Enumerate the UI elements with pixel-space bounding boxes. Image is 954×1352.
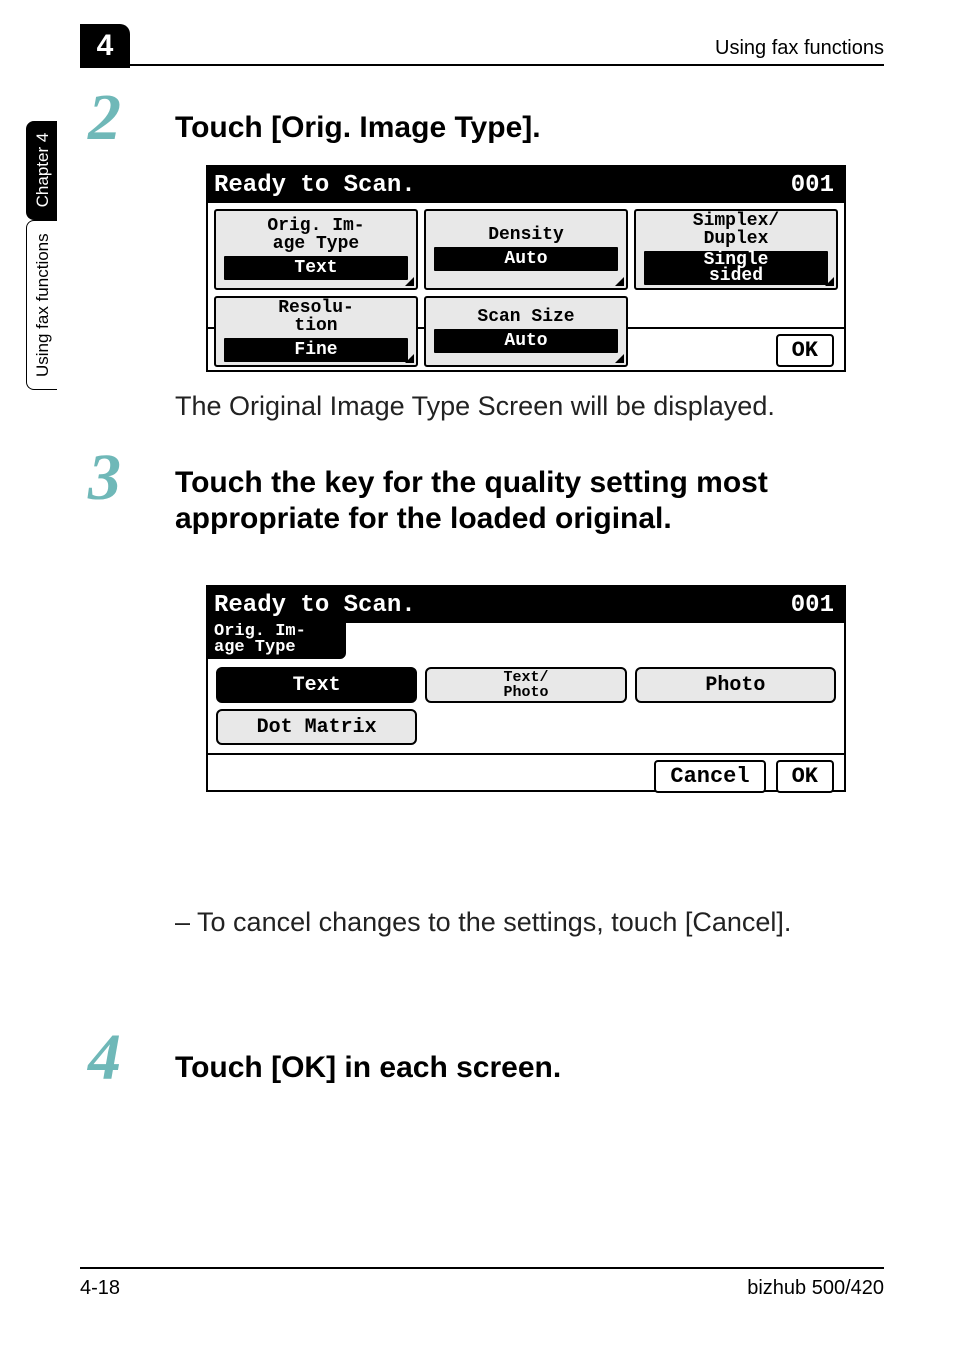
lcd1-title: Ready to Scan. [214,172,416,199]
option-photo[interactable]: Photo [635,667,836,703]
orig-label-line1: Orig. Im- [267,216,364,236]
density-softkey[interactable]: Density Auto [424,209,628,290]
orig-label-line2: age Type [273,234,359,254]
page-header: Using fax functions [80,34,884,66]
lcd-screenshot-scan-settings: Ready to Scan. 001 Orig. Im-age Type Tex… [206,165,846,372]
softkey-corner-icon [405,354,414,363]
product-name: bizhub 500/420 [747,1277,884,1300]
step-number-4: 4 [88,1020,121,1096]
density-value: Auto [434,247,618,271]
softkey-corner-icon [615,277,624,286]
resolu-label-line1: Resolu- [278,298,354,318]
page-header-title: Using fax functions [715,37,884,60]
resolu-label-line2: tion [294,316,337,336]
simplex-label-line1: Simplex/ [693,211,779,231]
scan-size-value: Auto [434,329,618,353]
resolution-value: Fine [224,338,408,362]
option-text-photo-line2: Photo [503,684,548,701]
orig-value: Text [224,256,408,280]
option-text[interactable]: Text [216,667,417,703]
body-pre: The [175,391,229,421]
simplex-value-line2: sided [709,266,763,286]
lcd2-bottom-bar: Cancel OK [208,753,844,797]
side-tabs: Using fax functions Chapter 4 [26,121,57,390]
lcd2-header: Ready to Scan. 001 [208,587,844,623]
step-number-2: 2 [88,80,121,156]
option-text-photo[interactable]: Text/Photo [425,667,626,703]
body-text-display: The Original Image Type Screen will be d… [175,388,874,424]
cancel-button[interactable]: Cancel [654,760,765,793]
simplex-label-line2: Duplex [704,229,769,249]
page-footer: 4-18 bizhub 500/420 [80,1267,884,1300]
scan-size-label: Scan Size [475,307,576,327]
lcd-screenshot-image-type: Ready to Scan. 001 Orig. Im- age Type Te… [206,585,846,792]
step-heading-2: Touch [Orig. Image Type]. [175,110,874,146]
ok-button[interactable]: OK [776,760,834,793]
body-osd: Original Image Type [229,391,470,421]
softkey-corner-icon [825,277,834,286]
simplex-duplex-softkey[interactable]: Simplex/Duplex Single sided [634,209,838,290]
step-number-3: 3 [88,440,121,516]
scan-size-softkey[interactable]: Scan Size Auto [424,296,628,367]
body-text-cancel: – To cancel changes to the settings, tou… [175,904,874,940]
option-dot-matrix[interactable]: Dot Matrix [216,709,417,745]
softkey-corner-icon [615,354,624,363]
resolution-softkey[interactable]: Resolu-tion Fine [214,296,418,367]
step-heading-4: Touch [OK] in each screen. [175,1050,874,1086]
side-tab-section: Using fax functions [26,220,57,390]
lcd2-title: Ready to Scan. [214,592,416,619]
empty-softkey [634,296,838,367]
lcd1-counter: 001 [791,172,834,199]
orig-image-type-softkey[interactable]: Orig. Im-age Type Text [214,209,418,290]
lcd1-header: Ready to Scan. 001 [208,167,844,203]
lcd2-subheader: Orig. Im- age Type [208,623,348,661]
step-heading-3: Touch the key for the quality setting mo… [175,465,874,537]
softkey-corner-icon [405,277,414,286]
body-post: Screen will be displayed. [470,391,775,421]
page-number: 4-18 [80,1277,120,1300]
side-tab-chapter: Chapter 4 [26,121,57,221]
lcd2-counter: 001 [791,592,834,619]
density-label: Density [486,225,566,245]
lcd2-sub-line2: age Type [214,638,296,657]
